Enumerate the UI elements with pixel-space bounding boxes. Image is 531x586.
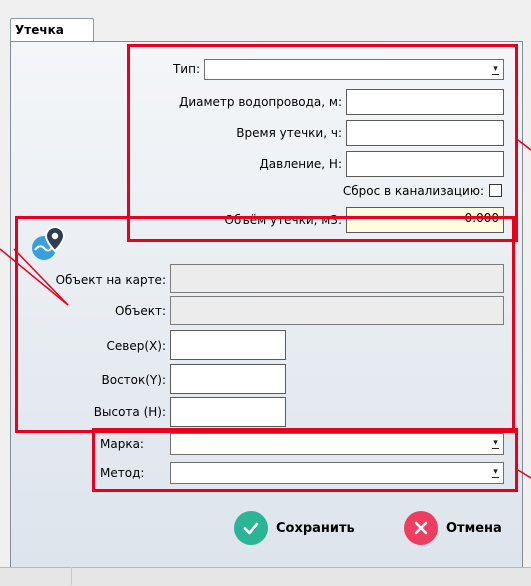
save-label: Сохранить — [276, 520, 355, 536]
close-icon — [404, 511, 438, 545]
cancel-label: Отмена — [446, 520, 502, 536]
status-bar — [0, 567, 531, 586]
cancel-button[interactable]: Отмена — [404, 511, 502, 545]
save-button[interactable]: Сохранить — [234, 511, 355, 545]
callout-lines — [0, 139, 531, 479]
status-divider — [71, 567, 72, 585]
check-icon — [234, 511, 268, 545]
